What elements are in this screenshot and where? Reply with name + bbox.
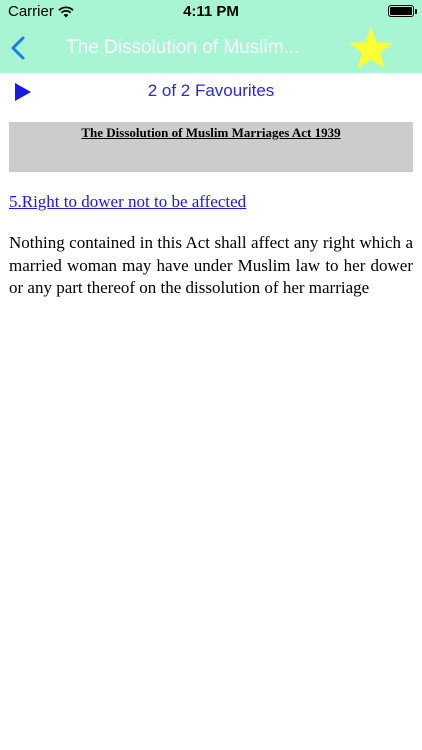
nav-title: The Dissolution of Muslim... — [66, 37, 300, 58]
status-bar: Carrier 4:11 PM — [0, 0, 422, 24]
favourite-star-button[interactable] — [348, 26, 394, 70]
status-time: 4:11 PM — [183, 3, 239, 20]
section-heading-link[interactable]: 5.Right to dower not to be affected — [9, 192, 413, 212]
nav-bar: The Dissolution of Muslim... — [0, 24, 422, 73]
chevron-left-icon — [11, 36, 25, 60]
favourites-count: 2 of 2 Favourites — [147, 81, 275, 100]
battery-icon — [388, 5, 417, 17]
favourites-toolbar: 2 of 2 Favourites — [0, 73, 422, 109]
section-body: Nothing contained in this Act shall affe… — [9, 233, 413, 297]
header: Carrier 4:11 PM The Dissolution of Musli… — [0, 0, 422, 73]
back-button[interactable] — [6, 34, 32, 62]
act-title: The Dissolution of Muslim Marriages Act … — [81, 125, 341, 140]
document-content: The Dissolution of Muslim Marriages Act … — [9, 122, 413, 300]
star-icon — [349, 27, 393, 69]
act-title-box: The Dissolution of Muslim Marriages Act … — [9, 122, 413, 172]
